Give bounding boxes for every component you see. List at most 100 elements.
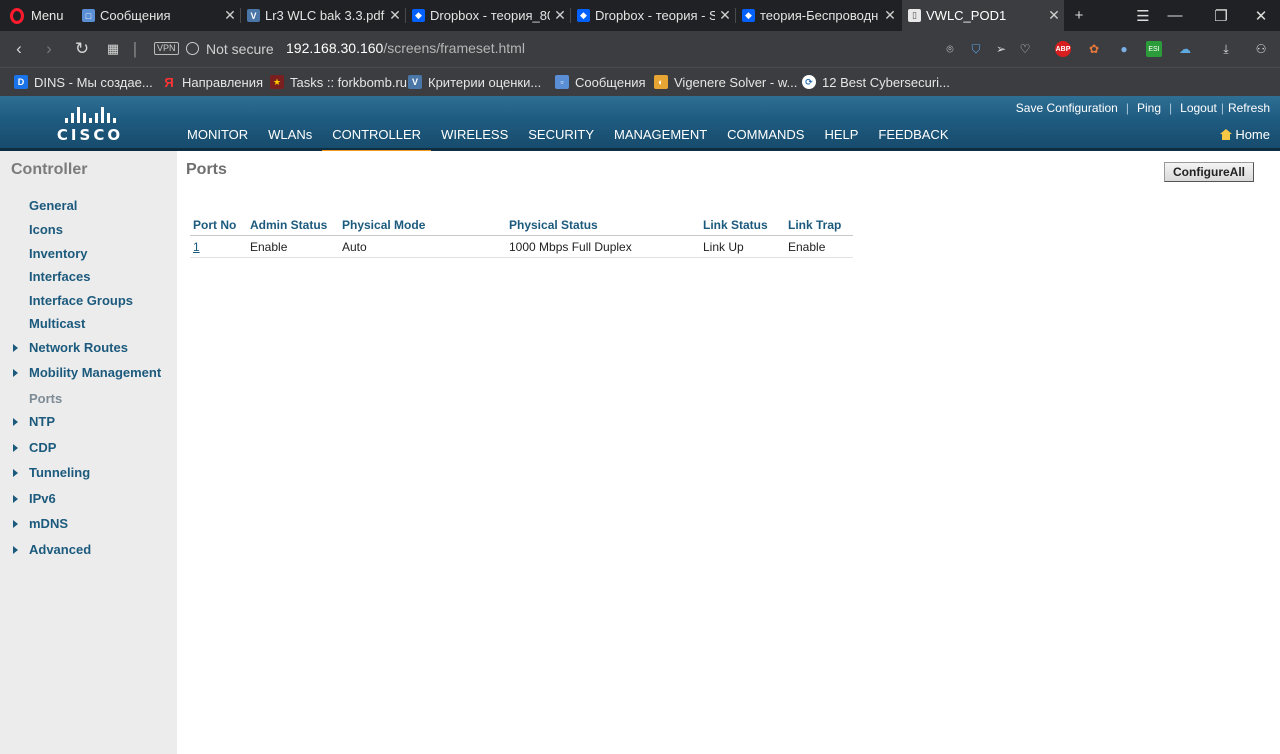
camera-icon[interactable]: ⌾ xyxy=(942,41,958,57)
close-tab-icon[interactable]: ✕ xyxy=(220,7,240,24)
close-tab-icon[interactable]: ✕ xyxy=(715,7,735,24)
tab-title: Dropbox - теория_80 xyxy=(430,8,550,23)
sidebar-item-mobility-management[interactable]: Mobility Management xyxy=(29,365,161,380)
sidebar-item-ports[interactable]: Ports xyxy=(29,391,62,406)
sidebar-item-network-routes[interactable]: Network Routes xyxy=(29,340,128,355)
home-link[interactable]: Home xyxy=(1220,127,1270,142)
browser-tab[interactable]: ◆ Dropbox - теория_80 ✕ xyxy=(406,0,570,31)
minimize-icon[interactable]: — xyxy=(1160,0,1190,31)
configure-all-button[interactable]: ConfigureAll xyxy=(1164,162,1254,182)
bookmark-item[interactable]: ⟳ 12 Best Cybersecuri... xyxy=(802,68,950,96)
refresh-link[interactable]: Refresh xyxy=(1228,101,1270,115)
bookmark-item[interactable]: Я Направления xyxy=(162,68,263,96)
cisco-header: CISCO Save Configuration | Ping | Logout… xyxy=(0,96,1280,154)
vk-icon: V xyxy=(408,75,422,89)
tab-menu-icon[interactable]: ☰ xyxy=(1128,0,1158,31)
sidebar-item-interfaces[interactable]: Interfaces xyxy=(29,269,90,284)
esi-extension-icon[interactable]: ESI xyxy=(1146,41,1162,57)
nav-wlans[interactable]: WLANs xyxy=(258,127,322,151)
sidebar-item-multicast[interactable]: Multicast xyxy=(29,316,85,331)
browser-menu-button[interactable]: Menu xyxy=(0,0,76,31)
expand-caret-icon[interactable] xyxy=(13,418,18,426)
cell-link-trap: Enable xyxy=(785,235,853,258)
expand-caret-icon[interactable] xyxy=(13,495,18,503)
back-icon[interactable]: ‹ xyxy=(6,31,32,67)
sidebar-item-general[interactable]: General xyxy=(29,198,77,213)
home-label: Home xyxy=(1235,127,1270,142)
bookmark-label: 12 Best Cybersecuri... xyxy=(822,74,950,90)
cookie-icon[interactable]: ✿ xyxy=(1086,41,1102,57)
sidebar-item-inventory[interactable]: Inventory xyxy=(29,246,88,261)
send-icon[interactable]: ➢ xyxy=(993,41,1009,57)
nav-monitor[interactable]: MONITOR xyxy=(177,127,258,151)
bookmark-item[interactable]: ▫ Сообщения xyxy=(555,68,646,96)
sidebar-item-mdns[interactable]: mDNS xyxy=(29,516,68,531)
browser-tab-active[interactable]: ▯ VWLC_POD1 ✕ xyxy=(902,0,1064,31)
bookmark-item[interactable]: D DINS - Мы создае... xyxy=(14,68,153,96)
expand-caret-icon[interactable] xyxy=(13,546,18,554)
bookmark-item[interactable]: ★ Tasks :: forkbomb.ru xyxy=(270,68,407,96)
sidebar-item-tunneling[interactable]: Tunneling xyxy=(29,465,90,480)
adblock-icon[interactable]: ABP xyxy=(1055,41,1071,57)
browser-tab[interactable]: ◆ теория-Беспроводн ✕ xyxy=(736,0,900,31)
close-tab-icon[interactable]: ✕ xyxy=(385,7,405,24)
bookmark-item[interactable]: V Критерии оценки... xyxy=(408,68,541,96)
nav-commands[interactable]: COMMANDS xyxy=(717,127,814,151)
new-tab-icon[interactable]: + xyxy=(1064,0,1094,31)
expand-caret-icon[interactable] xyxy=(13,469,18,477)
shield-icon[interactable]: ⛉ xyxy=(968,41,984,57)
extension-globe-icon[interactable]: ● xyxy=(1116,41,1132,57)
sidebar-item-interface-groups[interactable]: Interface Groups xyxy=(29,293,133,308)
bookmark-label: Tasks :: forkbomb.ru xyxy=(290,74,408,90)
sidebar-item-ipv6[interactable]: IPv6 xyxy=(29,491,56,506)
browser-tab[interactable]: □ Сообщения ✕ xyxy=(76,0,240,31)
top-links: Save Configuration | Ping | Logout | Ref… xyxy=(1016,101,1270,115)
sidebar-item-icons[interactable]: Icons xyxy=(29,222,63,237)
url-path: /screens/frameset.html xyxy=(383,40,525,56)
security-status[interactable]: Not secure xyxy=(206,41,274,57)
expand-caret-icon[interactable] xyxy=(13,369,18,377)
profile-icon[interactable]: ⚇ xyxy=(1253,41,1269,57)
save-configuration-link[interactable]: Save Configuration xyxy=(1016,101,1118,115)
nav-controller[interactable]: CONTROLLER xyxy=(322,127,431,154)
heart-icon[interactable]: ♡ xyxy=(1017,41,1033,57)
download-icon[interactable]: ⤓ xyxy=(1218,41,1234,57)
close-tab-icon[interactable]: ✕ xyxy=(1044,7,1064,24)
cloud-icon[interactable]: ☁ xyxy=(1177,41,1193,57)
browser-tab[interactable]: ◆ Dropbox - теория - S ✕ xyxy=(571,0,735,31)
home-icon xyxy=(1220,129,1233,140)
nav-feedback[interactable]: FEEDBACK xyxy=(868,127,958,151)
expand-caret-icon[interactable] xyxy=(13,520,18,528)
reload-icon[interactable]: ↻ xyxy=(69,31,95,67)
sidebar-item-advanced[interactable]: Advanced xyxy=(29,542,91,557)
close-tab-icon[interactable]: ✕ xyxy=(880,7,900,24)
close-tab-icon[interactable]: ✕ xyxy=(550,7,570,24)
nav-management[interactable]: MANAGEMENT xyxy=(604,127,717,151)
table-header-row: Port No Admin Status Physical Mode Physi… xyxy=(190,215,853,236)
sidebar-item-cdp[interactable]: CDP xyxy=(29,440,56,455)
cell-admin-status: Enable xyxy=(247,235,339,258)
cisco-logo[interactable]: CISCO xyxy=(55,103,125,145)
nav-security[interactable]: SECURITY xyxy=(518,127,604,151)
yandex-icon: Я xyxy=(164,74,174,90)
bookmark-label: DINS - Мы создае... xyxy=(34,74,153,90)
browser-tab[interactable]: V Lr3 WLC bak 3.3.pdf ✕ xyxy=(241,0,405,31)
bookmark-item[interactable]: ◐ Vigenere Solver - w... xyxy=(654,68,797,96)
nav-help[interactable]: HELP xyxy=(814,127,868,151)
expand-caret-icon[interactable] xyxy=(13,444,18,452)
cell-port-no: 1 xyxy=(190,235,247,258)
expand-caret-icon[interactable] xyxy=(13,344,18,352)
close-window-icon[interactable]: ✕ xyxy=(1246,0,1276,31)
opera-logo-icon xyxy=(10,7,24,24)
logout-link[interactable]: Logout xyxy=(1180,101,1217,115)
port-link[interactable]: 1 xyxy=(193,240,200,254)
restore-icon[interactable]: ❐ xyxy=(1206,0,1236,31)
forward-icon[interactable]: › xyxy=(36,31,62,67)
vpn-badge[interactable]: VPN xyxy=(154,42,179,55)
cisco-wordmark: CISCO xyxy=(56,126,124,144)
nav-wireless[interactable]: WIRELESS xyxy=(431,127,518,151)
sidebar-item-ntp[interactable]: NTP xyxy=(29,414,55,429)
ping-link[interactable]: Ping xyxy=(1137,101,1161,115)
cell-link-status: Link Up xyxy=(700,235,785,258)
url-field[interactable]: 192.168.30.160/screens/frameset.html xyxy=(286,40,525,56)
